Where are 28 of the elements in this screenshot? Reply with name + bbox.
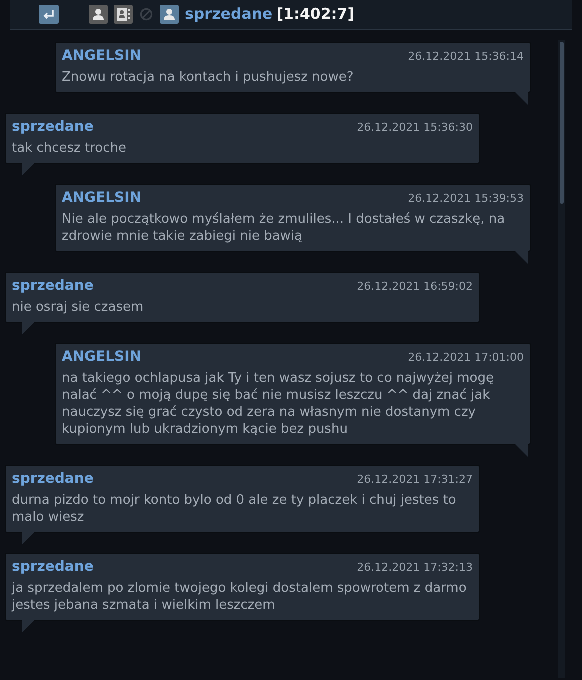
author-name[interactable]: sprzedane xyxy=(12,117,94,138)
author-name[interactable]: ANGELSIN xyxy=(62,188,142,209)
contact-name: sprzedane xyxy=(185,4,273,26)
message-time: 26.12.2021 15:36:14 xyxy=(408,49,524,65)
message-time: 26.12.2021 17:32:13 xyxy=(357,560,473,576)
message-text: ja sprzedalem po zlomie twojego kolegi dostalem spowrotem z darmo jestes jebana szmata i wielkim leszczem xyxy=(12,580,468,614)
author-name[interactable]: ANGELSIN xyxy=(62,347,142,368)
user-avatar-icon[interactable] xyxy=(160,5,179,24)
message-text: Nie ale początkowo myślałem że zmuliles... I dostałeś w czaszkę, na zdrowie mnie takie zabiegi nie bawią xyxy=(62,211,506,245)
contact-info: [1:402:7] xyxy=(276,4,355,26)
author-name[interactable]: sprzedane xyxy=(12,557,94,578)
message-text: Znowu rotacja na kontach i pushujesz nowe? xyxy=(62,69,355,86)
author-name[interactable]: sprzedane xyxy=(12,276,94,297)
message-text: tak chcesz troche xyxy=(12,140,128,157)
scrollbar-thumb[interactable] xyxy=(560,42,564,204)
message-time: 26.12.2021 17:31:27 xyxy=(357,472,473,488)
message-text: durna pizdo to mojr konto bylo od 0 ale ze ty placzek i chuj jestes to malo wiesz xyxy=(12,492,458,526)
message-time: 26.12.2021 15:36:30 xyxy=(357,120,473,136)
message-time: 26.12.2021 17:01:00 xyxy=(408,350,524,366)
message-time: 26.12.2021 16:59:02 xyxy=(357,279,473,295)
author-name[interactable]: ANGELSIN xyxy=(62,46,142,67)
contact-card-icon[interactable] xyxy=(114,5,133,24)
person-icon[interactable] xyxy=(89,5,108,24)
return-icon[interactable] xyxy=(39,5,59,24)
message-time: 26.12.2021 15:39:53 xyxy=(408,191,524,207)
author-name[interactable]: sprzedane xyxy=(12,469,94,490)
message-text: na takiego ochlapusa jak Ty i ten wasz sojusz to co najwyżej mogę nalać ^^ o moją dupę się bać nie musisz leszczu ^^ daj znać jak nauczysz się grać czysto od zera na własnym nie dostanym czy kupionym lub ukradzionym kącie bez pushu xyxy=(62,370,495,438)
message-text: nie osraj sie czasem xyxy=(12,299,145,316)
